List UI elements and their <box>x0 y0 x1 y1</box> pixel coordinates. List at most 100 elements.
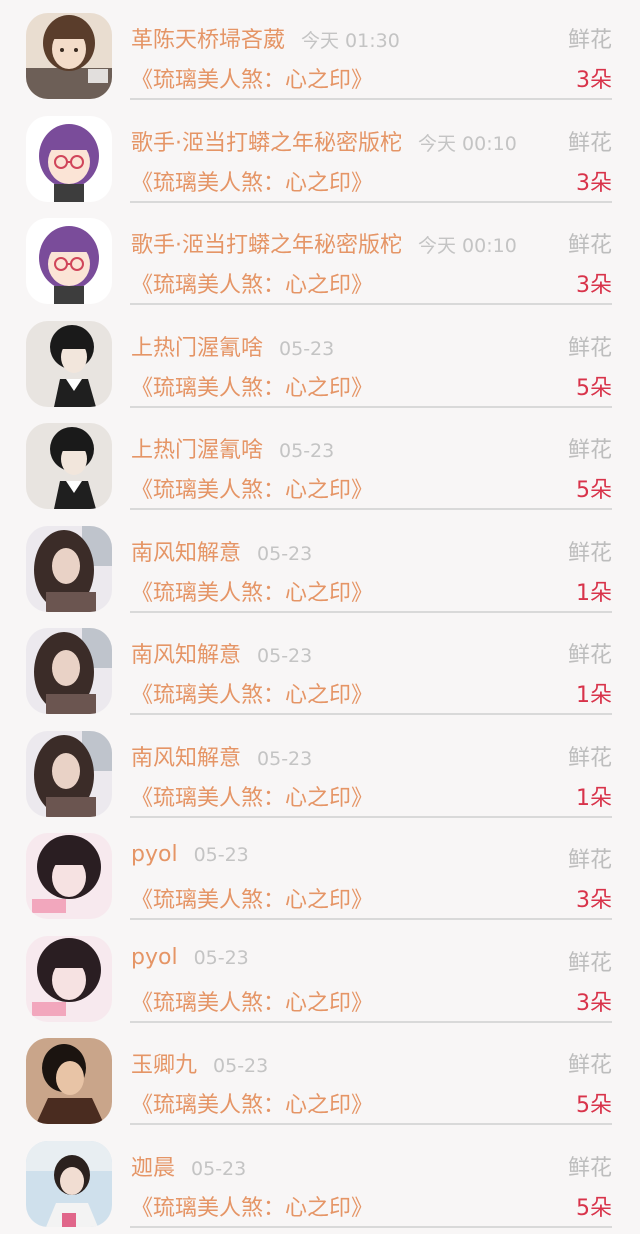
timestamp: 05-23 <box>193 844 249 866</box>
avatar[interactable] <box>26 1038 112 1124</box>
work-title[interactable]: 《琉璃美人煞：心之印》 <box>131 165 373 197</box>
sender-name-text[interactable]: pyol <box>131 945 178 970</box>
sender-name[interactable]: 革陈天桥埽吝葳 今天 01:30 <box>131 22 400 54</box>
timestamp: 05-23 <box>257 747 313 770</box>
sender-name-text[interactable]: 南风知解意 <box>131 643 241 668</box>
divider <box>130 815 612 818</box>
divider <box>130 1225 612 1228</box>
avatar-image-icon <box>26 218 112 304</box>
work-title[interactable]: 《琉璃美人煞：心之印》 <box>131 62 373 94</box>
gift-type: 鲜花 <box>567 540 612 566</box>
avatar[interactable] <box>26 833 112 919</box>
sender-name-text[interactable]: 上热门渥氰啥 <box>131 336 263 361</box>
sender-name[interactable]: 玉卿九 05-23 <box>131 1047 268 1079</box>
list-item[interactable]: 歌手·洍当打蟒之年秘密版柁 今天 00:10 鲜花 《琉璃美人煞：心之印》 3朵 <box>0 205 640 308</box>
divider <box>130 98 612 100</box>
sender-name[interactable]: 南风知解意 05-23 <box>131 740 312 772</box>
divider <box>130 508 612 510</box>
list-item[interactable]: pyol 05-23 鲜花 《琉璃美人煞：心之印》 3朵 <box>0 820 640 923</box>
sender-name-text[interactable]: 革陈天桥埽吝葳 <box>131 28 285 53</box>
gift-count: 3朵 <box>576 170 612 196</box>
sender-name[interactable]: 歌手·洍当打蟒之年秘密版柁 今天 00:10 <box>131 227 517 259</box>
gift-type: 鲜花 <box>567 1155 612 1181</box>
timestamp: 05-23 <box>257 645 313 667</box>
work-title[interactable]: 《琉璃美人煞：心之印》 <box>131 575 373 607</box>
avatar-image-icon <box>26 833 112 919</box>
avatar[interactable] <box>26 1140 112 1227</box>
sender-name[interactable]: 上热门渥氰啥 05-23 <box>131 432 334 464</box>
gift-type: 鲜花 <box>567 438 612 463</box>
work-title[interactable]: 《琉璃美人煞：心之印》 <box>131 267 373 299</box>
list-item[interactable]: 玉卿九 05-23 鲜花 《琉璃美人煞：心之印》 5朵 <box>0 1025 640 1128</box>
avatar[interactable] <box>26 423 112 509</box>
timestamp: 05-23 <box>279 337 335 360</box>
gift-count: 5朵 <box>576 478 612 503</box>
sender-name[interactable]: 上热门渥氰啥 05-23 <box>131 330 334 362</box>
gift-count: 5朵 <box>576 1093 612 1118</box>
list-item[interactable]: 上热门渥氰啥 05-23 鲜花 《琉璃美人煞：心之印》 5朵 <box>0 410 640 513</box>
sender-name-text[interactable]: 歌手·洍当打蟒之年秘密版柁 <box>131 233 402 258</box>
divider <box>130 918 612 920</box>
timestamp: 05-23 <box>213 1055 269 1077</box>
list-item[interactable]: 南风知解意 05-23 鲜花 《琉璃美人煞：心之印》 1朵 <box>0 615 640 718</box>
list-item[interactable]: 南风知解意 05-23 鲜花 《琉璃美人煞：心之印》 1朵 <box>0 513 640 616</box>
avatar[interactable] <box>26 218 112 304</box>
gift-type: 鲜花 <box>567 28 612 53</box>
gift-record-list: 革陈天桥埽吝葳 今天 01:30 鲜花 《琉璃美人煞：心之印》 3朵 歌手·洍当打… <box>0 0 640 1230</box>
sender-name[interactable]: 歌手·洍当打蟒之年秘密版柁 今天 00:10 <box>131 125 517 157</box>
sender-name[interactable]: pyol 05-23 <box>131 842 249 867</box>
list-item[interactable]: 迦晨 05-23 鲜花 《琉璃美人煞：心之印》 5朵 <box>0 1128 640 1231</box>
gift-count: 5朵 <box>576 1195 612 1221</box>
gift-count: 3朵 <box>576 273 612 298</box>
gift-count: 5朵 <box>576 375 612 401</box>
avatar[interactable] <box>26 115 112 202</box>
gift-type: 鲜花 <box>567 130 612 156</box>
sender-name[interactable]: 南风知解意 05-23 <box>131 637 312 669</box>
work-title[interactable]: 《琉璃美人煞：心之印》 <box>131 1087 373 1119</box>
avatar[interactable] <box>26 935 112 1022</box>
avatar[interactable] <box>26 628 112 714</box>
list-item[interactable]: 革陈天桥埽吝葳 今天 01:30 鲜花 《琉璃美人煞：心之印》 3朵 <box>0 0 640 103</box>
avatar-image-icon <box>26 320 112 407</box>
gift-type: 鲜花 <box>567 745 612 771</box>
work-title[interactable]: 《琉璃美人煞：心之印》 <box>131 780 373 812</box>
list-item[interactable]: 南风知解意 05-23 鲜花 《琉璃美人煞：心之印》 1朵 <box>0 718 640 821</box>
divider <box>130 1123 612 1125</box>
work-title[interactable]: 《琉璃美人煞：心之印》 <box>131 677 373 709</box>
timestamp: 今天 00:10 <box>418 132 517 155</box>
sender-name-text[interactable]: 歌手·洍当打蟒之年秘密版柁 <box>131 131 402 156</box>
sender-name[interactable]: 南风知解意 05-23 <box>131 535 312 567</box>
sender-name[interactable]: 迦晨 05-23 <box>131 1150 246 1182</box>
timestamp: 05-23 <box>193 946 249 969</box>
list-item[interactable]: pyol 05-23 鲜花 《琉璃美人煞：心之印》 3朵 <box>0 923 640 1026</box>
list-item[interactable]: 上热门渥氰啥 05-23 鲜花 《琉璃美人煞：心之印》 5朵 <box>0 308 640 411</box>
work-title[interactable]: 《琉璃美人煞：心之印》 <box>131 472 373 504</box>
sender-name-text[interactable]: 迦晨 <box>131 1156 175 1181</box>
sender-name-text[interactable]: 南风知解意 <box>131 746 241 771</box>
timestamp: 今天 01:30 <box>301 30 400 52</box>
gift-type: 鲜花 <box>567 233 612 258</box>
timestamp: 今天 00:10 <box>418 235 517 257</box>
avatar-image-icon <box>26 115 112 202</box>
timestamp: 05-23 <box>257 542 313 565</box>
avatar[interactable] <box>26 525 112 612</box>
sender-name[interactable]: pyol 05-23 <box>131 945 249 970</box>
avatar[interactable] <box>26 730 112 817</box>
avatar[interactable] <box>26 320 112 407</box>
avatar-image-icon <box>26 628 112 714</box>
sender-name-text[interactable]: 玉卿九 <box>131 1053 197 1078</box>
avatar-image-icon <box>26 1140 112 1227</box>
avatar-image-icon <box>26 13 112 99</box>
divider <box>130 713 612 715</box>
gift-type: 鲜花 <box>567 848 612 873</box>
work-title[interactable]: 《琉璃美人煞：心之印》 <box>131 985 373 1017</box>
work-title[interactable]: 《琉璃美人煞：心之印》 <box>131 370 373 402</box>
avatar[interactable] <box>26 13 112 99</box>
work-title[interactable]: 《琉璃美人煞：心之印》 <box>131 882 373 914</box>
sender-name-text[interactable]: 南风知解意 <box>131 541 241 566</box>
gift-type: 鲜花 <box>567 1053 612 1078</box>
list-item[interactable]: 歌手·洍当打蟒之年秘密版柁 今天 00:10 鲜花 《琉璃美人煞：心之印》 3朵 <box>0 103 640 206</box>
sender-name-text[interactable]: 上热门渥氰啥 <box>131 438 263 463</box>
work-title[interactable]: 《琉璃美人煞：心之印》 <box>131 1190 373 1222</box>
sender-name-text[interactable]: pyol <box>131 842 178 867</box>
